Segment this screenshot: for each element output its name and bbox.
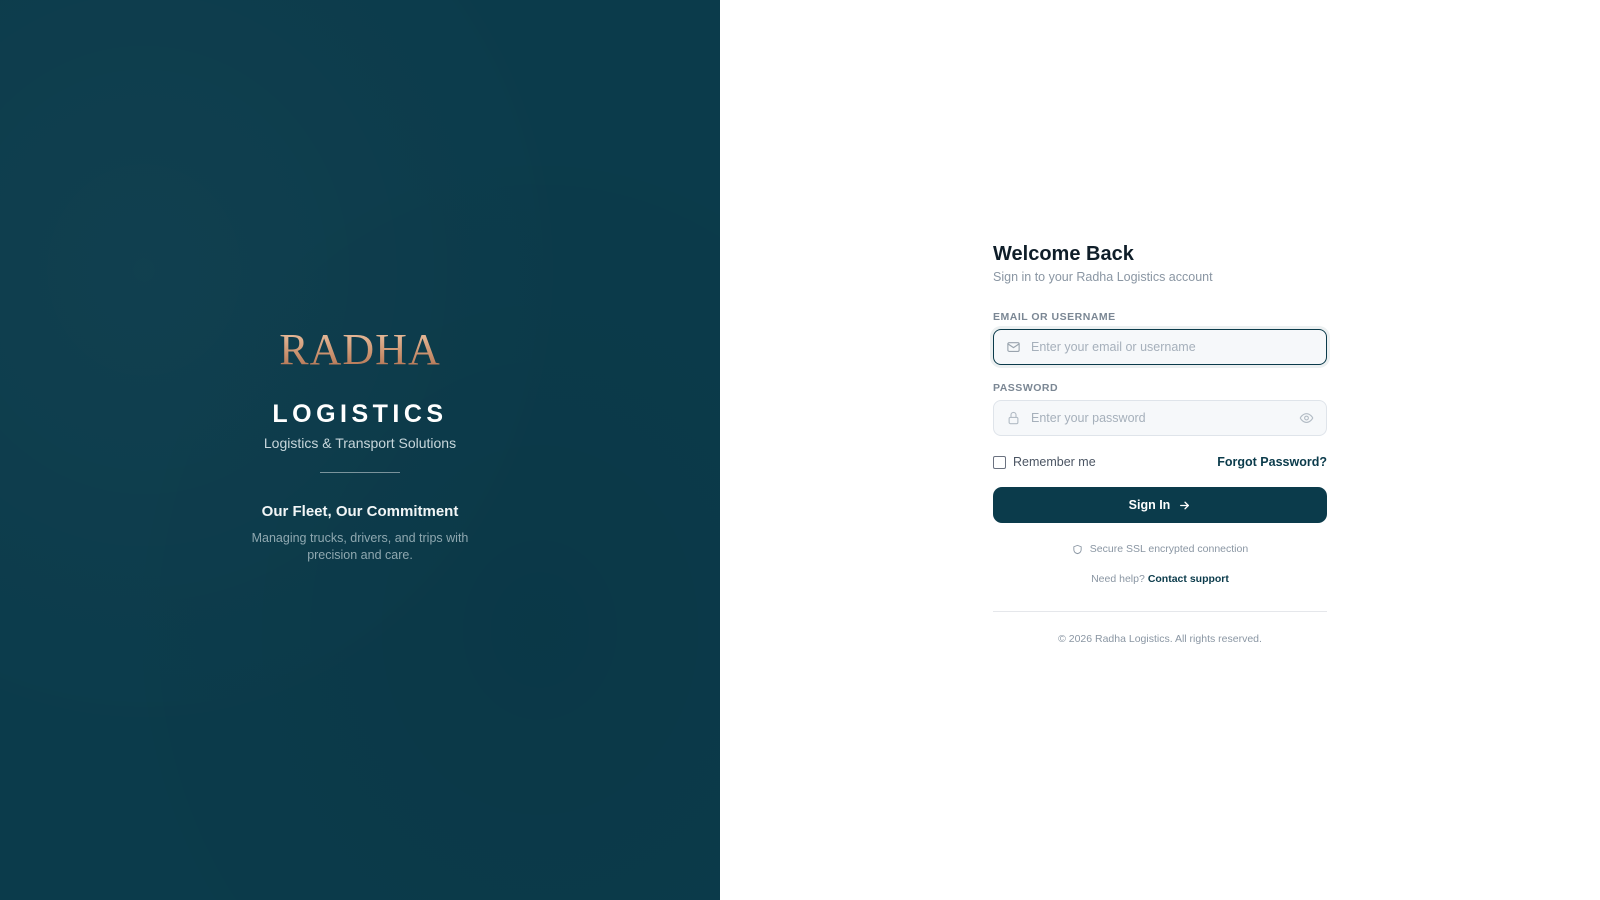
remember-label: Remember me <box>1013 455 1096 469</box>
page-title: Welcome Back <box>993 243 1134 265</box>
sign-in-button[interactable]: Sign In <box>993 487 1327 523</box>
login-form: Welcome Back Sign in to your Radha Logis… <box>993 240 1327 645</box>
remember-me[interactable]: Remember me <box>993 455 1096 469</box>
copyright-text: © 2026 Radha Logistics. All rights reser… <box>1058 633 1262 645</box>
email-label: EMAIL OR USERNAME <box>993 311 1116 323</box>
mail-icon <box>1006 340 1021 355</box>
password-label: PASSWORD <box>993 382 1059 394</box>
forgot-password-link[interactable]: Forgot Password? <box>1217 455 1327 469</box>
secure-connection-note: Secure SSL encrypted connection <box>993 543 1327 555</box>
login-options-row: Remember me Forgot Password? <box>993 454 1327 470</box>
radha-logo: RADHA <box>279 325 441 374</box>
brand-panel: RADHA LOGISTICS Logistics & Transport So… <box>0 0 720 900</box>
brand-block: RADHA LOGISTICS Logistics & Transport So… <box>0 326 720 564</box>
brand-wordmark: LOGISTICS <box>272 400 448 428</box>
password-field[interactable] <box>994 401 1326 435</box>
password-field-wrapper <box>993 400 1327 436</box>
brand-tagline: Logistics & Transport Solutions <box>263 435 457 451</box>
sign-in-label: Sign In <box>1128 498 1171 512</box>
page-subtitle: Sign in to your Radha Logistics account <box>993 270 1213 284</box>
footer-divider <box>993 611 1327 612</box>
shield-icon <box>1072 544 1083 555</box>
brand-divider <box>320 472 400 473</box>
secure-text: Secure SSL encrypted connection <box>1089 543 1249 555</box>
arrow-right-icon <box>1178 499 1191 512</box>
eye-icon[interactable] <box>1299 411 1314 426</box>
commitment-description: Managing trucks, drivers, and trips with… <box>251 531 469 562</box>
lock-icon <box>1006 411 1021 426</box>
remember-checkbox[interactable] <box>993 455 1006 469</box>
contact-support-link[interactable]: Contact support <box>1148 573 1229 585</box>
email-field-wrapper <box>993 329 1327 365</box>
email-field[interactable] <box>994 330 1326 364</box>
help-line: Need help? Contact support <box>993 573 1327 585</box>
commitment-title: Our Fleet, Our Commitment <box>261 503 459 520</box>
help-text: Need help? <box>1091 573 1145 585</box>
